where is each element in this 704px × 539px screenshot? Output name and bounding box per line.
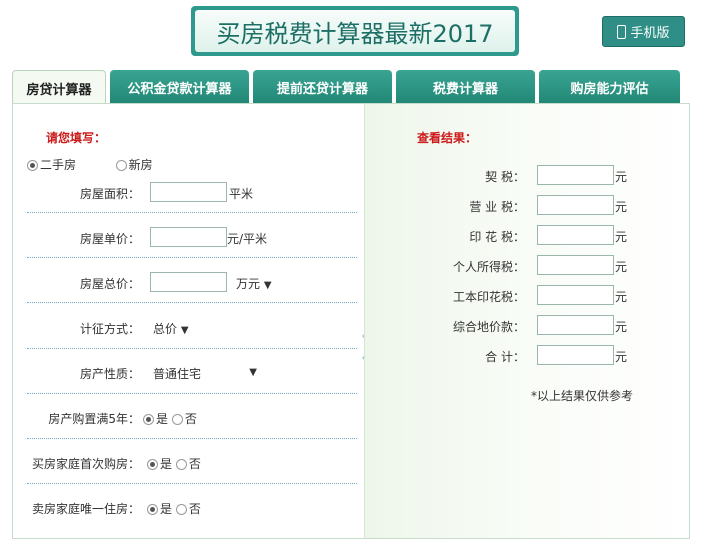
- tab-mortgage-calculator[interactable]: 房贷计算器: [12, 70, 106, 105]
- tax-basis-value: 总价: [153, 322, 178, 336]
- property-type-value: 普通住宅: [153, 367, 202, 381]
- total-unit: 元: [615, 350, 628, 364]
- divider: [27, 348, 357, 349]
- divider: [27, 438, 357, 439]
- page-title: 买房税费计算器最新2017: [195, 10, 515, 52]
- deed-tax-unit: 元: [615, 170, 628, 184]
- stamp-tax-label: 印 花 税：: [469, 230, 525, 244]
- business-tax-unit: 元: [615, 200, 628, 214]
- calculator-tabs: 房贷计算器 公积金贷款计算器 提前还贷计算器 税费计算器 购房能力评估: [12, 70, 692, 105]
- result-pane: 查看结果： 契 税： 元 营 业 税： 元 印 花 税： 元 个人所得税： 元 …: [364, 104, 689, 538]
- tax-basis-select[interactable]: 总价 ▼: [153, 320, 189, 337]
- cost-stamp-tax-unit: 元: [615, 290, 628, 304]
- stamp-tax-output[interactable]: [537, 225, 614, 245]
- land-price-output[interactable]: [537, 315, 614, 335]
- total-label: 合 计：: [485, 350, 525, 364]
- unit-price-label: 房屋单价：: [79, 232, 140, 246]
- radio-over-5-years-no[interactable]: [171, 414, 183, 425]
- dropdown-arrow-icon: ▼: [249, 367, 257, 378]
- property-type-select[interactable]: 普通住宅 ▼: [153, 365, 257, 382]
- divider: [27, 393, 357, 394]
- mobile-version-label: 手机版: [630, 26, 670, 41]
- house-type-radio-group: 二手房 新房: [27, 156, 153, 173]
- only-home-radio-group: 是 否: [147, 500, 201, 517]
- radio-second-hand[interactable]: [27, 160, 38, 171]
- unit-price-unit: 元/平米: [227, 232, 268, 246]
- land-price-unit: 元: [615, 320, 628, 334]
- area-input[interactable]: [150, 182, 227, 202]
- property-type-label: 房产性质：: [79, 367, 140, 381]
- result-section-title: 查看结果：: [417, 131, 478, 145]
- tab-tax-calculator[interactable]: 税费计算器: [396, 70, 535, 104]
- radio-only-home-no[interactable]: [175, 504, 187, 515]
- total-price-unit-select[interactable]: 万元 ▼: [236, 275, 272, 292]
- tab-provident-fund-calculator[interactable]: 公积金贷款计算器: [110, 70, 249, 104]
- cost-stamp-tax-label: 工本印花税：: [452, 290, 525, 304]
- dropdown-arrow-icon: ▼: [263, 280, 272, 291]
- business-tax-output[interactable]: [537, 195, 614, 215]
- divider: [27, 212, 357, 213]
- income-tax-label: 个人所得税：: [452, 260, 525, 274]
- over-5-years-label: 房产购置满5年：: [48, 412, 140, 426]
- tax-basis-label: 计征方式：: [79, 322, 140, 336]
- deed-tax-label: 契 税：: [485, 170, 525, 184]
- yes-label: 是: [156, 412, 169, 426]
- total-price-unit: 万元: [236, 277, 261, 291]
- cost-stamp-tax-output[interactable]: [537, 285, 614, 305]
- land-price-label: 综合地价款：: [452, 320, 525, 334]
- phone-icon: [617, 24, 627, 39]
- stamp-tax-unit: 元: [615, 230, 628, 244]
- title-banner: 买房税费计算器最新2017: [191, 6, 519, 56]
- input-section-title: 请您填写：: [46, 131, 107, 145]
- first-home-radio-group: 是 否: [147, 455, 201, 472]
- no-label: 否: [188, 457, 201, 471]
- over-5-years-radio-group: 是 否: [143, 410, 197, 427]
- dropdown-arrow-icon: ▼: [180, 325, 189, 336]
- mobile-version-button[interactable]: 手机版: [602, 16, 685, 47]
- second-hand-label: 二手房: [40, 158, 77, 172]
- area-label: 房屋面积：: [79, 187, 140, 201]
- radio-first-home-yes[interactable]: [147, 459, 158, 470]
- income-tax-output[interactable]: [537, 255, 614, 275]
- total-output[interactable]: [537, 345, 614, 365]
- input-pane: 请您填写： 二手房 新房 房屋面积： 平米 房屋单价： 元/平米 房屋总价： 万…: [13, 104, 363, 538]
- tab-prepayment-calculator[interactable]: 提前还贷计算器: [253, 70, 392, 104]
- radio-over-5-years-yes[interactable]: [143, 414, 154, 425]
- unit-price-input[interactable]: [150, 227, 227, 247]
- calculator-panel: 请您填写： 二手房 新房 房屋面积： 平米 房屋单价： 元/平米 房屋总价： 万…: [12, 103, 690, 539]
- only-home-label: 卖房家庭唯一住房：: [31, 502, 140, 516]
- total-price-input[interactable]: [150, 272, 227, 292]
- area-unit: 平米: [229, 187, 254, 201]
- first-home-label: 买房家庭首次购房：: [31, 457, 140, 471]
- radio-first-home-no[interactable]: [175, 459, 187, 470]
- income-tax-unit: 元: [615, 260, 628, 274]
- divider: [27, 302, 357, 303]
- no-label: 否: [188, 502, 201, 516]
- radio-only-home-yes[interactable]: [147, 504, 158, 515]
- no-label: 否: [184, 412, 197, 426]
- total-price-label: 房屋总价：: [79, 277, 140, 291]
- deed-tax-output[interactable]: [537, 165, 614, 185]
- yes-label: 是: [160, 457, 173, 471]
- radio-new-house[interactable]: [115, 160, 127, 171]
- new-house-label: 新房: [128, 158, 153, 172]
- disclaimer-note: *以上结果仅供参考: [531, 389, 634, 403]
- tab-affordability-assessment[interactable]: 购房能力评估: [539, 70, 680, 104]
- yes-label: 是: [160, 502, 173, 516]
- divider: [27, 257, 357, 258]
- divider: [27, 483, 357, 484]
- business-tax-label: 营 业 税：: [469, 200, 525, 214]
